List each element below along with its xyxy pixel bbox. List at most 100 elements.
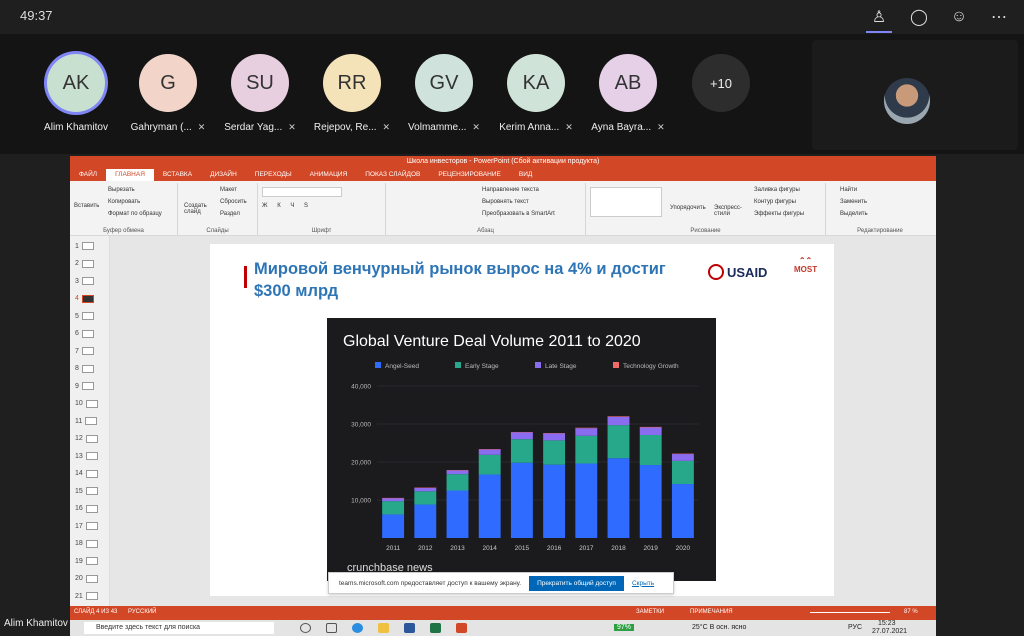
- language-indicator[interactable]: РУС: [848, 624, 862, 631]
- participant-tile[interactable]: G Gahryman (... ✕: [124, 54, 212, 133]
- slide-thumbnail[interactable]: 19: [75, 557, 98, 565]
- participant-name-row: Serdar Yag... ✕: [216, 122, 304, 133]
- ribbon-tab[interactable]: РЕЦЕНЗИРОВАНИЕ: [429, 169, 510, 181]
- participant-name-row: Alim Khamitov: [32, 122, 120, 133]
- ribbon-tab[interactable]: ДИЗАЙН: [201, 169, 246, 181]
- shapes-gallery[interactable]: [590, 187, 662, 217]
- slide-thumbnail[interactable]: 20: [75, 574, 98, 583]
- cortana-icon[interactable]: [300, 623, 311, 633]
- cut-button[interactable]: Вырезать: [108, 187, 135, 193]
- more-participants-button[interactable]: +10: [692, 54, 750, 112]
- font-name-select[interactable]: [262, 187, 342, 197]
- slide-thumbnail[interactable]: 5: [75, 312, 94, 320]
- slide-thumbnail-image: [85, 399, 98, 408]
- copy-button[interactable]: Копировать: [108, 199, 140, 205]
- slide-thumbnail[interactable]: 17: [75, 522, 98, 530]
- slide-thumbnail[interactable]: 21: [75, 592, 98, 600]
- slide-thumbnail[interactable]: 6: [75, 329, 94, 338]
- self-video-tile[interactable]: [812, 40, 1018, 150]
- powerpoint-icon[interactable]: [456, 623, 467, 633]
- section-button[interactable]: Раздел: [220, 211, 240, 217]
- slide-thumbnail-image: [81, 329, 94, 338]
- slide-thumbnail[interactable]: 2: [75, 259, 94, 268]
- shape-outline-button[interactable]: Контур фигуры: [754, 199, 796, 205]
- slide-thumbnail[interactable]: 8: [75, 364, 94, 373]
- slide-thumbnail-image: [81, 382, 94, 390]
- hide-banner-link[interactable]: Скрыть: [632, 580, 654, 587]
- slide-thumbnail[interactable]: 10: [75, 399, 98, 408]
- shape-fill-button[interactable]: Заливка фигуры: [754, 187, 800, 193]
- participant-tile[interactable]: AK Alim Khamitov: [32, 54, 120, 133]
- weather-status[interactable]: 25°C В осн. ясно: [692, 624, 746, 631]
- ribbon-tab[interactable]: ВСТАВКА: [154, 169, 201, 181]
- x-tick-label: 2014: [482, 545, 497, 552]
- participant-tile[interactable]: RR Rejepov, Re... ✕: [308, 54, 396, 133]
- battery-status[interactable]: 97%: [614, 624, 635, 631]
- ribbon-tab[interactable]: ФАЙЛ: [70, 169, 106, 181]
- paste-button[interactable]: Вставить: [74, 203, 99, 209]
- word-icon[interactable]: [404, 623, 415, 633]
- quick-styles-button[interactable]: Экспресс-стили: [714, 205, 742, 217]
- slide-thumbnail[interactable]: 9: [75, 382, 94, 390]
- smartart-button[interactable]: Преобразовать в SmartArt: [482, 211, 555, 217]
- new-slide-button[interactable]: Создать слайд: [184, 203, 210, 215]
- shape-effects-button[interactable]: Эффекты фигуры: [754, 211, 804, 217]
- select-button[interactable]: Выделить: [840, 211, 868, 217]
- align-text-button[interactable]: Выровнять текст: [482, 199, 529, 205]
- more-options-icon[interactable]: ⋯: [988, 6, 1010, 28]
- ribbon-tab[interactable]: ПОКАЗ СЛАЙДОВ: [356, 169, 429, 181]
- excel-icon[interactable]: [430, 623, 441, 633]
- slide-thumbnail[interactable]: 3: [75, 277, 94, 285]
- zoom-slider[interactable]: [810, 612, 890, 613]
- avatar: RR: [323, 54, 381, 112]
- notes-button[interactable]: ЗАМЕТКИ: [636, 609, 664, 615]
- participant-tile[interactable]: KA Kerim Anna... ✕: [492, 54, 580, 133]
- find-button[interactable]: Найти: [840, 187, 857, 193]
- ribbon-tab[interactable]: ПЕРЕХОДЫ: [246, 169, 301, 181]
- font-style-buttons[interactable]: Ж К Ч S: [262, 203, 312, 209]
- ribbon-tab[interactable]: ВИД: [510, 169, 541, 181]
- slide-thumbnail[interactable]: 1: [75, 242, 94, 250]
- participant-name: Ayna Bayra...: [591, 122, 652, 133]
- file-explorer-icon[interactable]: [378, 623, 389, 633]
- arrange-button[interactable]: Упорядочить: [670, 205, 706, 211]
- zoom-level[interactable]: 87 %: [904, 609, 918, 615]
- ribbon-tab[interactable]: ГЛАВНАЯ: [106, 169, 154, 181]
- clock-date[interactable]: 27.07.2021: [872, 628, 907, 635]
- text-direction-button[interactable]: Направление текста: [482, 187, 539, 193]
- slide-thumbnail-number: 3: [75, 277, 79, 285]
- slide-thumbnail[interactable]: 12: [75, 434, 98, 443]
- slide-thumbnail[interactable]: 14: [75, 469, 98, 478]
- slide-thumbnail[interactable]: 4: [75, 294, 94, 303]
- participant-tile[interactable]: AB Ayna Bayra... ✕: [584, 54, 672, 133]
- slide-thumbnail[interactable]: 13: [75, 452, 98, 460]
- ribbon: Вставить Вырезать Копировать Формат по о…: [70, 181, 936, 236]
- replace-button[interactable]: Заменить: [840, 199, 867, 205]
- slide-thumbnail[interactable]: 15: [75, 487, 98, 495]
- layout-button[interactable]: Макет: [220, 187, 237, 193]
- chat-icon[interactable]: ◯: [908, 6, 930, 28]
- font-group-label: Шрифт: [311, 228, 332, 234]
- participants-icon[interactable]: ♙: [866, 6, 892, 33]
- bar-segment: [639, 426, 662, 428]
- edge-icon[interactable]: [352, 623, 363, 633]
- slide-thumbnail[interactable]: 16: [75, 504, 98, 513]
- most-logo-text: MOST: [794, 265, 818, 274]
- clock-time[interactable]: 15:23: [878, 620, 896, 627]
- legend-label: Early Stage: [465, 363, 499, 370]
- paragraph-group-label: Абзац: [477, 228, 494, 234]
- comments-button[interactable]: ПРИМЕЧАНИЯ: [690, 609, 733, 615]
- taskbar-search[interactable]: Введите здесь текст для поиска: [84, 622, 274, 634]
- format-painter-button[interactable]: Формат по образцу: [108, 211, 162, 217]
- windows-taskbar: Введите здесь текст для поиска 97% 25°C …: [70, 620, 936, 636]
- stop-sharing-button[interactable]: Прекратить общий доступ: [529, 575, 624, 591]
- reactions-icon[interactable]: ☺: [948, 6, 970, 28]
- slide-thumbnail[interactable]: 7: [75, 347, 94, 355]
- task-view-icon[interactable]: [326, 623, 337, 633]
- slide-thumbnail[interactable]: 11: [75, 417, 98, 425]
- participant-tile[interactable]: GV Volmamme... ✕: [400, 54, 488, 133]
- participant-tile[interactable]: SU Serdar Yag... ✕: [216, 54, 304, 133]
- reset-button[interactable]: Сбросить: [220, 199, 247, 205]
- slide-thumbnail[interactable]: 18: [75, 539, 98, 548]
- ribbon-tab[interactable]: АНИМАЦИЯ: [301, 169, 357, 181]
